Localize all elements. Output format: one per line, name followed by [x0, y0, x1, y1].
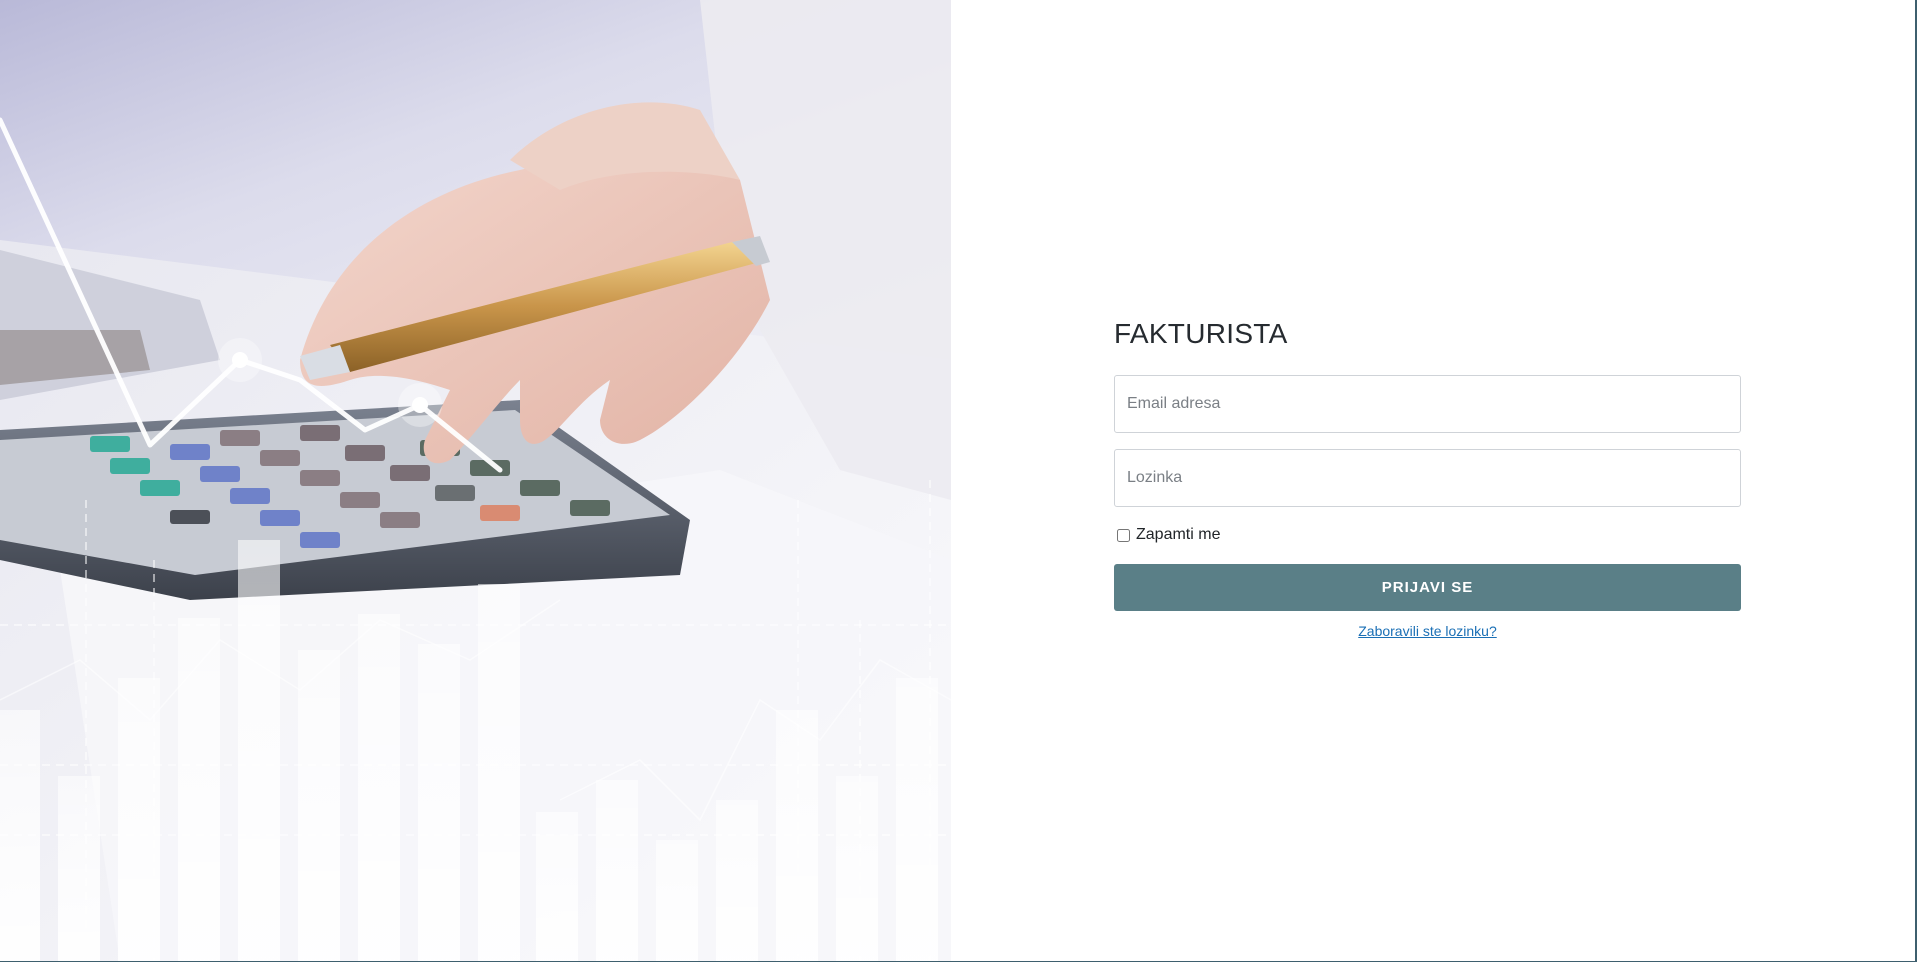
login-form: FAKTURISTA Zapamti me PRIJAVI SE Zaborav… — [1114, 314, 1741, 639]
email-input[interactable] — [1114, 375, 1741, 433]
remember-me-row: Zapamti me — [1114, 525, 1741, 545]
login-page: FAKTURISTA Zapamti me PRIJAVI SE Zaborav… — [0, 0, 1917, 962]
forgot-password-link[interactable]: Zaboravili ste lozinku? — [1114, 623, 1741, 639]
remember-me-label[interactable]: Zapamti me — [1136, 526, 1220, 544]
brand-title: FAKTURISTA — [1114, 318, 1288, 349]
password-input[interactable] — [1114, 449, 1741, 507]
login-button[interactable]: PRIJAVI SE — [1114, 564, 1741, 611]
hero-image — [0, 0, 951, 962]
remember-me-checkbox[interactable] — [1117, 528, 1130, 542]
